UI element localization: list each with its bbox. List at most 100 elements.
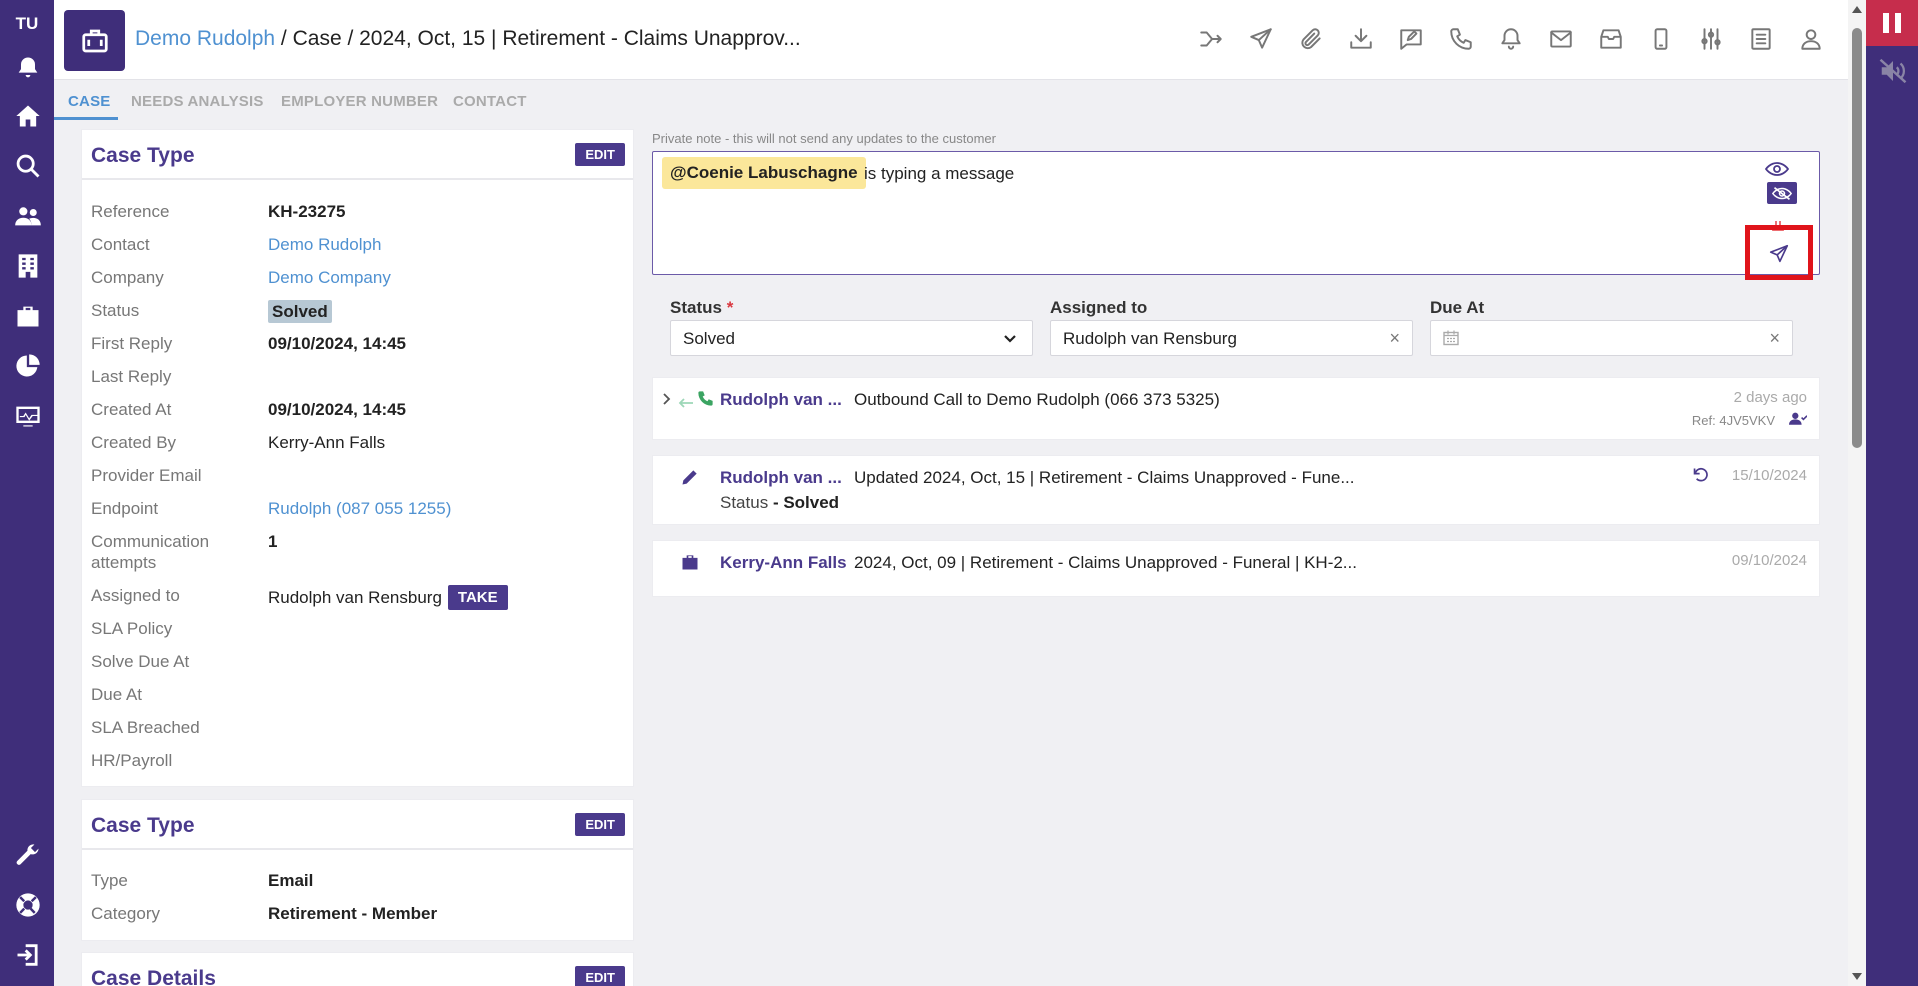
timeline-message: Outbound Call to Demo Rudolph (066 373 5… bbox=[854, 390, 1220, 409]
page-header: Demo Rudolph / Case / 2024, Oct, 15 | Re… bbox=[54, 0, 1848, 80]
download-icon[interactable] bbox=[1344, 22, 1378, 56]
status-select-value: Solved bbox=[683, 329, 735, 348]
field-label: Created By bbox=[91, 433, 177, 452]
help-icon[interactable] bbox=[13, 890, 43, 920]
edit-button[interactable]: EDIT bbox=[575, 813, 625, 836]
eye-slash-icon[interactable] bbox=[1767, 182, 1797, 204]
timeline-time: 09/10/2024 bbox=[1731, 552, 1807, 569]
category-value: Retirement - Member bbox=[268, 904, 438, 923]
tab-needs-analysis[interactable]: NEEDS ANALYSIS bbox=[131, 93, 264, 110]
settings-sliders-icon[interactable] bbox=[1694, 22, 1728, 56]
field-label: Contact bbox=[91, 235, 150, 254]
card-title: Case Details bbox=[91, 967, 216, 986]
assigned-label: Assigned to bbox=[1050, 298, 1148, 317]
user-group-icon[interactable] bbox=[1789, 411, 1808, 431]
timeline-item[interactable]: Rudolph van ... Outbound Call to Demo Ru… bbox=[652, 377, 1820, 440]
companies-icon[interactable] bbox=[13, 251, 43, 281]
dashboard-icon[interactable] bbox=[13, 401, 43, 431]
field-label: Company bbox=[91, 268, 164, 287]
user-icon[interactable] bbox=[1794, 22, 1828, 56]
main-scrollbar[interactable] bbox=[1848, 0, 1866, 986]
list-icon[interactable] bbox=[1744, 22, 1778, 56]
pencil-icon bbox=[680, 467, 700, 492]
tools-icon[interactable] bbox=[13, 840, 43, 870]
volume-muted-icon[interactable] bbox=[1878, 56, 1908, 86]
due-at-input[interactable]: × bbox=[1430, 320, 1793, 356]
user-initials[interactable]: TU bbox=[0, 14, 54, 34]
timeline-item[interactable]: Rudolph van ... Updated 2024, Oct, 15 | … bbox=[652, 455, 1820, 525]
field-label: Due At bbox=[91, 685, 143, 704]
send-note-button[interactable] bbox=[1757, 241, 1801, 267]
scroll-up-arrow[interactable] bbox=[1852, 6, 1862, 13]
merge-icon[interactable] bbox=[1194, 22, 1228, 56]
notifications-icon[interactable] bbox=[13, 53, 43, 83]
field-label: Solve Due At bbox=[91, 652, 190, 671]
contact-link[interactable]: Demo Rudolph bbox=[268, 234, 381, 255]
undo-icon[interactable] bbox=[1692, 466, 1709, 488]
contacts-icon[interactable] bbox=[13, 201, 43, 231]
scroll-thumb[interactable] bbox=[1852, 28, 1862, 448]
left-sidebar: TU bbox=[0, 0, 54, 986]
case-type-card: Case Type EDIT Type Email Category Retirem… bbox=[81, 799, 634, 941]
typing-text: is typing a message bbox=[864, 164, 1015, 183]
timeline-author[interactable]: Rudolph van ... bbox=[720, 390, 842, 410]
created-at-value: 09/10/2024, 14:45 bbox=[268, 400, 407, 419]
endpoint-link[interactable]: Rudolph (087 055 1255) bbox=[268, 498, 451, 519]
card-title: Case Type bbox=[91, 814, 195, 837]
company-link[interactable]: Demo Company bbox=[268, 267, 391, 288]
field-label: Endpoint bbox=[91, 499, 159, 518]
clear-assigned-icon[interactable]: × bbox=[1389, 328, 1400, 349]
edit-button[interactable]: EDIT bbox=[575, 143, 625, 166]
field-label: First Reply bbox=[91, 334, 173, 353]
tab-contact[interactable]: CONTACT bbox=[453, 93, 527, 110]
home-icon[interactable] bbox=[13, 101, 43, 131]
field-label: Reference bbox=[91, 202, 170, 221]
reference-value: KH-23275 bbox=[268, 202, 346, 221]
expand-chevron-icon[interactable] bbox=[662, 391, 672, 411]
cases-icon[interactable] bbox=[13, 301, 43, 331]
timeline-message: Updated 2024, Oct, 15 | Retirement - Cla… bbox=[854, 468, 1355, 487]
note-editor[interactable]: @Coenie Labuschagne is typing a message bbox=[652, 151, 1820, 275]
tab-case[interactable]: CASE bbox=[68, 93, 110, 110]
assigned-select-value: Rudolph van Rensburg bbox=[1063, 329, 1237, 348]
outbound-arrow-icon bbox=[678, 393, 694, 413]
status-select[interactable]: Solved bbox=[670, 320, 1033, 356]
timeline-item[interactable]: Kerry-Ann Falls 2024, Oct, 09 | Retireme… bbox=[652, 540, 1820, 597]
field-label: Status bbox=[91, 301, 140, 320]
chat-edit-icon[interactable] bbox=[1394, 22, 1428, 56]
timeline-author[interactable]: Rudolph van ... bbox=[720, 468, 842, 488]
reports-icon[interactable] bbox=[13, 351, 43, 381]
timeline-author[interactable]: Kerry-Ann Falls bbox=[720, 553, 847, 573]
phone-icon[interactable] bbox=[1444, 22, 1478, 56]
field-label: Last Reply bbox=[91, 367, 172, 386]
case-tabs: CASE NEEDS ANALYSIS EMPLOYER NUMBER CONT… bbox=[54, 80, 1848, 120]
assigned-select[interactable]: Rudolph van Rensburg × bbox=[1050, 320, 1413, 356]
bell-icon[interactable] bbox=[1494, 22, 1528, 56]
timeline-ref: Ref: 4JV5VKV bbox=[1691, 413, 1775, 428]
briefcase-icon bbox=[680, 552, 700, 577]
pause-button[interactable] bbox=[1866, 0, 1918, 46]
mobile-icon[interactable] bbox=[1644, 22, 1678, 56]
case-details-card: Case Details EDIT bbox=[81, 952, 634, 986]
archive-icon[interactable] bbox=[1594, 22, 1628, 56]
mention-tag[interactable]: @Coenie Labuschagne bbox=[662, 157, 866, 189]
case-briefcase-icon bbox=[64, 10, 125, 71]
chevron-down-icon bbox=[1002, 330, 1018, 351]
take-button[interactable]: TAKE bbox=[447, 585, 508, 610]
clear-due-at-icon[interactable]: × bbox=[1769, 328, 1780, 349]
field-label: SLA Breached bbox=[91, 718, 200, 737]
send-icon[interactable] bbox=[1244, 22, 1278, 56]
breadcrumb-contact-link[interactable]: Demo Rudolph bbox=[135, 27, 275, 50]
calendar-icon[interactable] bbox=[1443, 329, 1459, 351]
assigned-to-value: Rudolph van Rensburg bbox=[268, 588, 442, 607]
status-label: Status * bbox=[670, 298, 734, 317]
logout-icon[interactable] bbox=[13, 940, 43, 970]
email-icon[interactable] bbox=[1544, 22, 1578, 56]
scroll-down-arrow[interactable] bbox=[1852, 973, 1862, 980]
breadcrumb: Demo Rudolph / Case / 2024, Oct, 15 | Re… bbox=[135, 27, 801, 51]
edit-button[interactable]: EDIT bbox=[575, 966, 625, 986]
tab-employer-number[interactable]: EMPLOYER NUMBER bbox=[281, 93, 438, 110]
eye-icon[interactable] bbox=[1764, 160, 1790, 178]
attachment-icon[interactable] bbox=[1294, 22, 1328, 56]
search-icon[interactable] bbox=[13, 151, 43, 181]
